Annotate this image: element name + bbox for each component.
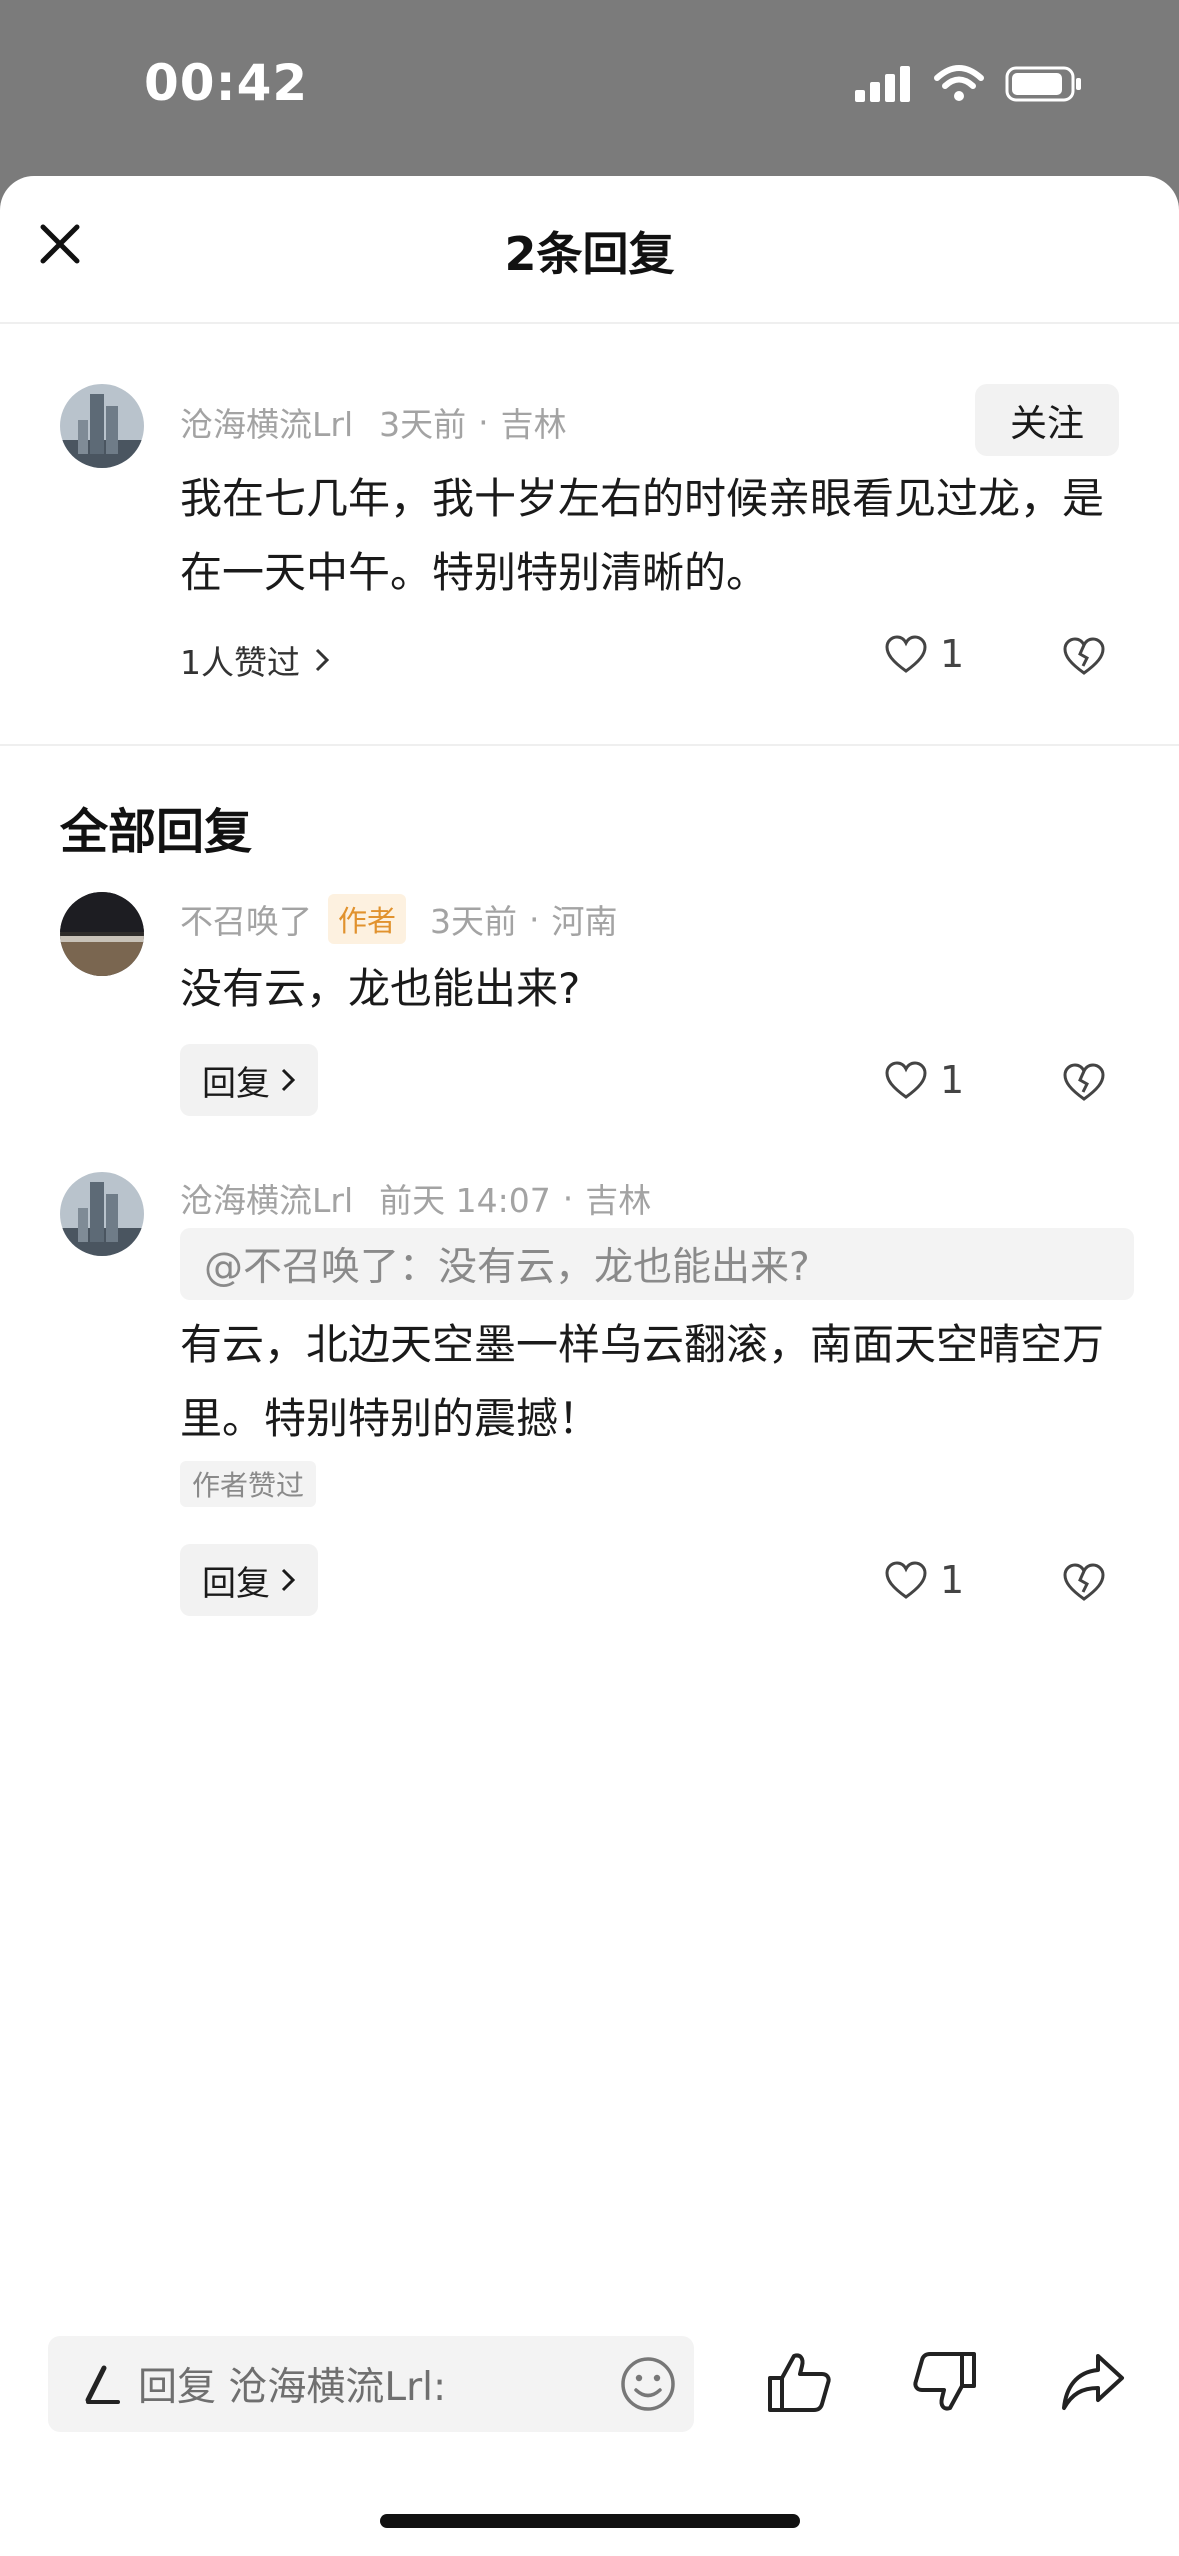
author-name[interactable]: 不召唤了 bbox=[180, 895, 312, 943]
battery-icon bbox=[1005, 66, 1081, 102]
reply-button[interactable]: 回复 bbox=[180, 1044, 318, 1116]
sheet-header: 2条回复 bbox=[0, 176, 1179, 324]
chevron-right-icon bbox=[281, 1568, 296, 1592]
author-liked-badge: 作者赞过 bbox=[180, 1461, 317, 1507]
like-button[interactable]: 1 bbox=[884, 632, 964, 676]
like-button[interactable]: 1 bbox=[884, 1058, 964, 1102]
reply-location: 河南 bbox=[551, 902, 618, 941]
reply-placeholder: 回复 沧海横流Lrl: bbox=[138, 2365, 447, 2410]
reply-meta: 沧海横流Lrl 前天 14:07 · 吉林 bbox=[180, 1174, 651, 1222]
bottom-bar: 回复 沧海横流Lrl: bbox=[0, 2336, 1179, 2446]
separator-dot: · bbox=[562, 1178, 574, 1218]
dislike-button[interactable] bbox=[1062, 1062, 1106, 1106]
like-count: 1 bbox=[940, 1058, 965, 1102]
comment-meta: 沧海横流Lrl 3天前 · 吉林 bbox=[180, 398, 567, 446]
quoted-text: @不召唤了：没有云，龙也能出来? bbox=[204, 1245, 810, 1290]
follow-button[interactable]: 关注 bbox=[975, 384, 1119, 456]
chevron-right-icon bbox=[315, 648, 330, 672]
author-name[interactable]: 沧海横流Lrl bbox=[180, 398, 353, 446]
status-time: 00:42 bbox=[144, 54, 309, 112]
reply-time: 前天 14:07 bbox=[379, 1181, 551, 1220]
avatar[interactable] bbox=[60, 384, 144, 468]
avatar[interactable] bbox=[60, 1172, 144, 1256]
reply-input[interactable]: 回复 沧海横流Lrl: bbox=[48, 2336, 694, 2432]
signal-icon bbox=[855, 66, 910, 102]
broken-heart-icon bbox=[1063, 1063, 1105, 1101]
thumbs-down-icon[interactable] bbox=[910, 2348, 980, 2416]
like-count: 1 bbox=[940, 1558, 965, 1602]
separator-dot: · bbox=[529, 899, 540, 939]
section-title: 全部回复 bbox=[60, 804, 253, 860]
reply-location: 吉林 bbox=[585, 1181, 652, 1220]
status-icons bbox=[853, 64, 1083, 104]
reply-button[interactable]: 回复 bbox=[180, 1544, 318, 1616]
reply-time: 3天前 bbox=[430, 902, 518, 941]
likes-summary[interactable]: 1人赞过 bbox=[180, 636, 330, 684]
broken-heart-icon bbox=[1063, 1563, 1105, 1601]
share-icon[interactable] bbox=[1058, 2348, 1128, 2416]
home-indicator[interactable] bbox=[380, 2514, 800, 2528]
heart-icon bbox=[885, 1061, 927, 1099]
thumbs-up-icon[interactable] bbox=[764, 2348, 834, 2416]
dislike-button[interactable] bbox=[1062, 1562, 1106, 1606]
dislike-button[interactable] bbox=[1062, 636, 1106, 680]
heart-icon bbox=[885, 635, 927, 673]
comment-location: 吉林 bbox=[500, 405, 567, 444]
heart-icon bbox=[885, 1561, 927, 1599]
chevron-right-icon bbox=[281, 1068, 296, 1092]
like-count: 1 bbox=[940, 632, 965, 676]
sheet-title: 2条回复 bbox=[504, 227, 675, 281]
wifi-icon bbox=[934, 65, 984, 101]
reply-text: 有云，北边天空墨一样乌云翻滚，南面天空晴空万里。特别特别的震撼！ bbox=[180, 1320, 1105, 1443]
author-badge: 作者 bbox=[328, 894, 407, 944]
pen-icon bbox=[85, 2365, 120, 2404]
divider bbox=[0, 744, 1179, 746]
reply-button-label: 回复 bbox=[202, 1563, 270, 1604]
reply-button-label: 回复 bbox=[202, 1063, 270, 1104]
emoji-icon[interactable] bbox=[618, 2354, 678, 2414]
author-name[interactable]: 沧海横流Lrl bbox=[180, 1174, 353, 1222]
status-bar: 00:42 bbox=[0, 0, 1179, 176]
separator-dot: · bbox=[478, 402, 489, 442]
reply-text: 没有云，龙也能出来? bbox=[180, 964, 581, 1013]
broken-heart-icon bbox=[1063, 637, 1105, 675]
comment-text: 我在七几年，我十岁左右的时候亲眼看见过龙，是在一天中午。特别特别清晰的。 bbox=[180, 474, 1105, 597]
avatar[interactable] bbox=[60, 892, 144, 976]
comment-time: 3天前 bbox=[379, 405, 467, 444]
likes-summary-label: 1人赞过 bbox=[180, 643, 300, 682]
quoted-reply[interactable]: @不召唤了：没有云，龙也能出来? bbox=[180, 1228, 1134, 1300]
like-button[interactable]: 1 bbox=[884, 1558, 964, 1602]
reply-meta: 不召唤了 作者 3天前 · 河南 bbox=[180, 894, 618, 944]
replies-sheet: 2条回复 沧海横流Lrl 3天前 · 吉林 关注 我在七几年，我十岁左右的时候亲… bbox=[0, 176, 1179, 2556]
